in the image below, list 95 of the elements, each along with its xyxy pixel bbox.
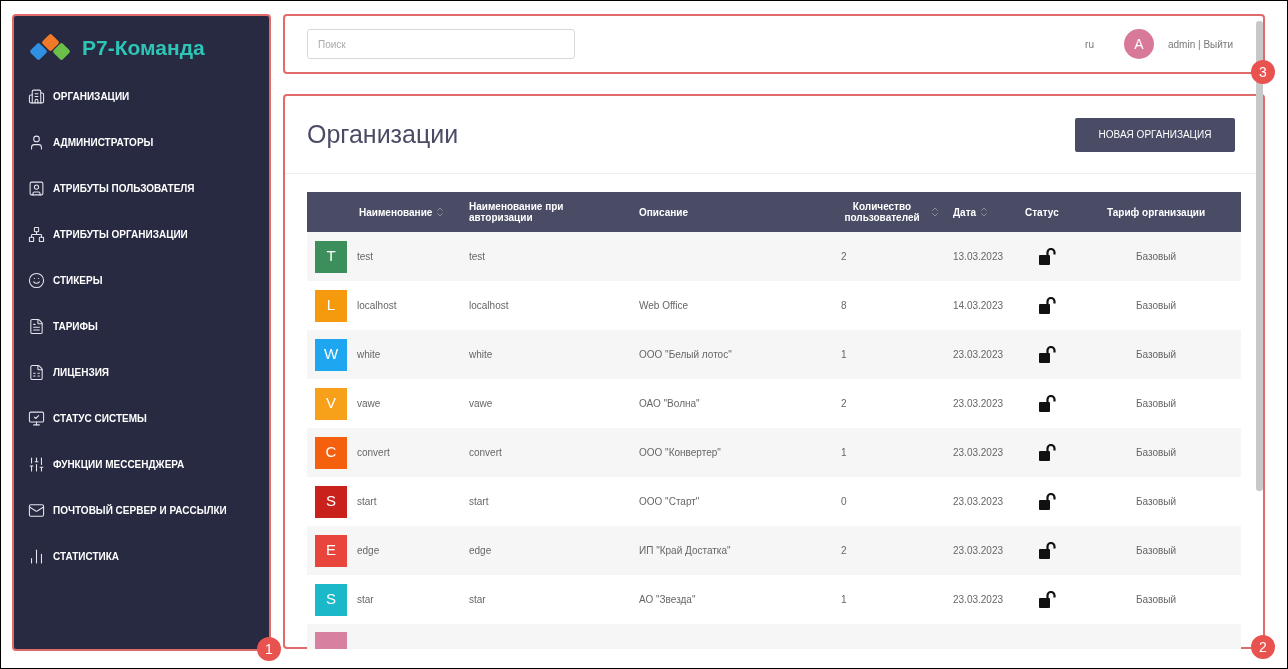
nav-item[interactable]: ОРГАНИЗАЦИИ xyxy=(28,83,269,110)
table-cell: Web Office xyxy=(639,300,689,311)
callout-badge: 3 xyxy=(1251,60,1275,84)
table-cell: 23.03.2023 xyxy=(953,447,1004,458)
table-cell: test xyxy=(469,251,486,262)
nav-item[interactable]: СТАТИСТИКА xyxy=(28,543,269,570)
language-label[interactable]: ru xyxy=(1085,36,1094,52)
new-organization-button[interactable]: НОВАЯ ОРГАНИЗАЦИЯ xyxy=(1075,117,1235,152)
table-cell: 13.03.2023 xyxy=(953,251,1004,262)
table-cell: 2 xyxy=(841,398,847,409)
table-cell-text: star xyxy=(357,593,374,607)
table-cell-text: convert xyxy=(357,446,390,460)
table-cell: 1 xyxy=(841,447,847,458)
organization-avatar: S xyxy=(315,583,347,616)
sliders-icon xyxy=(28,456,45,473)
organization-avatar: W xyxy=(315,338,347,371)
table-cell: АО "Звезда" xyxy=(639,594,696,605)
nav-item[interactable]: ЛИЦЕНЗИЯ xyxy=(28,359,269,386)
network-icon xyxy=(28,226,45,243)
table-cell: white xyxy=(469,349,493,360)
table-cell-text: start xyxy=(357,495,377,509)
table-cell-text: white xyxy=(357,348,381,362)
document-icon xyxy=(28,318,45,335)
table-cell-text: vawe xyxy=(357,397,381,411)
callout-badge: 1 xyxy=(257,637,281,661)
table-cell: 8 xyxy=(841,300,847,311)
table-cell: ООО "Старт" xyxy=(639,496,700,507)
bar-chart-icon xyxy=(28,548,45,565)
table-cell: start xyxy=(469,496,489,507)
nav-item[interactable]: СТИКЕРЫ xyxy=(28,267,269,294)
table-cell: ООО "Конвертер" xyxy=(639,447,721,458)
user-icon xyxy=(28,134,45,151)
table-cell-text: test xyxy=(357,250,374,264)
table-cell: localhost xyxy=(469,300,509,311)
table-cell-text: localhost xyxy=(357,299,397,313)
search-field[interactable]: Поиск xyxy=(307,29,575,59)
sort-icon[interactable] xyxy=(929,206,941,218)
user-logout-link[interactable]: admin | Выйти xyxy=(1168,36,1233,52)
spreadsheet-icon xyxy=(28,364,45,381)
column-header: Описание xyxy=(639,206,688,218)
table-cell: 0 xyxy=(841,496,847,507)
smile-icon xyxy=(28,272,45,289)
table-cell-text: Базовый xyxy=(1135,544,1177,558)
table-cell: convert xyxy=(469,447,502,458)
logo-text: Р7-Команда xyxy=(82,35,205,61)
table-cell-text: Базовый xyxy=(1135,299,1177,313)
organization-avatar: E xyxy=(315,534,347,567)
nav-item[interactable]: ФУНКЦИИ МЕССЕНДЖЕРА xyxy=(28,451,269,478)
column-header: Наименование при авторизации xyxy=(469,201,565,223)
nav-item[interactable]: ТАРИФЫ xyxy=(28,313,269,340)
nav-item[interactable]: АДМИНИСТРАТОРЫ xyxy=(28,129,269,156)
table-cell: 1 xyxy=(841,349,847,360)
table-cell-text: Базовый xyxy=(1135,250,1177,264)
nav-item[interactable]: ПОЧТОВЫЙ СЕРВЕР И РАССЫЛКИ xyxy=(28,497,269,524)
nav-item[interactable]: АТРИБУТЫ ОРГАНИЗАЦИИ xyxy=(28,221,269,248)
table-cell-text: Базовый xyxy=(1135,446,1177,460)
organization-avatar: T xyxy=(315,240,347,273)
table-cell: 23.03.2023 xyxy=(953,545,1004,556)
table-cell: ООО "Белый лотос" xyxy=(639,349,732,360)
table-cell: 2 xyxy=(841,545,847,556)
nav-item[interactable]: СТАТУС СИСТЕМЫ xyxy=(28,405,269,432)
monitor-check-icon xyxy=(28,410,45,427)
table-cell: 23.03.2023 xyxy=(953,398,1004,409)
organization-avatar: L xyxy=(315,289,347,322)
organization-avatar: V xyxy=(315,387,347,420)
callout-badge: 2 xyxy=(1251,635,1275,659)
table-cell: 14.03.2023 xyxy=(953,300,1004,311)
table-cell-text: Базовый xyxy=(1135,593,1177,607)
column-header: Тариф организации xyxy=(1106,206,1206,218)
mail-icon xyxy=(28,502,45,519)
table-cell: 23.03.2023 xyxy=(953,349,1004,360)
organization-avatar: S xyxy=(315,485,347,518)
table-cell: 23.03.2023 xyxy=(953,594,1004,605)
table-cell: 23.03.2023 xyxy=(953,496,1004,507)
table-cell-text: edge xyxy=(357,544,380,558)
nav-item[interactable]: АТРИБУТЫ ПОЛЬЗОВАТЕЛЯ xyxy=(28,175,269,202)
column-header[interactable]: Дата xyxy=(953,206,977,218)
table-cell: star xyxy=(469,594,486,605)
table-cell: edge xyxy=(469,545,492,556)
table-cell-text: Базовый xyxy=(1135,495,1177,509)
table-cell: 1 xyxy=(841,594,847,605)
organization-avatar: C xyxy=(315,436,347,469)
table-cell: ОАО "Волна" xyxy=(639,398,700,409)
column-header[interactable]: Количество пользователей xyxy=(837,201,927,223)
building-icon xyxy=(28,88,45,105)
table-cell-text: Базовый xyxy=(1135,348,1177,362)
table-cell: 2 xyxy=(841,251,847,262)
table-cell-text: Базовый xyxy=(1135,397,1177,411)
user-avatar: A xyxy=(1124,29,1154,59)
column-header: Статус xyxy=(1025,206,1059,218)
page-title: Организации xyxy=(307,118,459,150)
table-cell: ИП "Край Достатка" xyxy=(639,545,731,556)
column-header[interactable]: Наименование xyxy=(359,206,433,218)
table-cell: vawe xyxy=(469,398,493,409)
user-card-icon xyxy=(28,180,45,197)
